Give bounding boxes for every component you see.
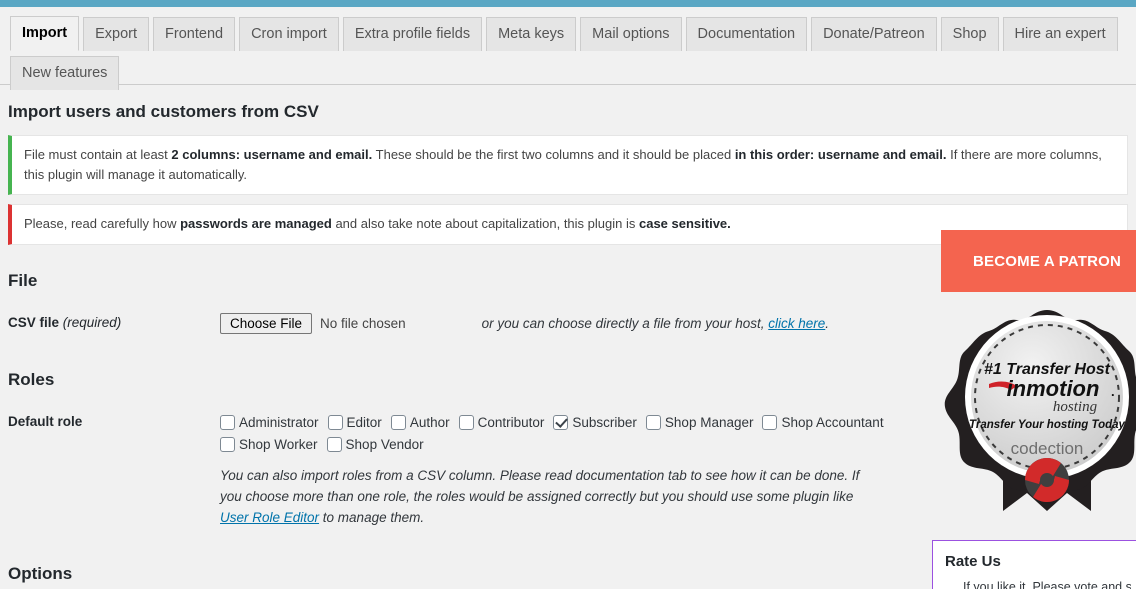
rate-us-title: Rate Us (945, 553, 1001, 570)
nav-tab-shop[interactable]: Shop (940, 17, 999, 51)
svg-text:Transfer Your hosting Today: Transfer Your hosting Today (969, 419, 1126, 431)
page-title: Import users and customers from CSV (8, 102, 319, 121)
nav-tab-extra-profile-fields[interactable]: Extra profile fields (342, 17, 483, 51)
nav-tab-row-secondary: New features (10, 56, 1136, 90)
role-label-editor[interactable]: Editor (347, 415, 382, 430)
roles-description: You can also import roles from a CSV col… (220, 465, 875, 528)
section-heading-roles: Roles (8, 369, 55, 389)
csv-file-control-cell: Choose File No file chosen or you can ch… (210, 303, 920, 344)
role-checkbox-editor[interactable] (327, 414, 343, 430)
svg-text:inmotion: inmotion (1007, 376, 1100, 401)
inmotion-hosting-badge[interactable]: #1 Transfer Host inmotion . hosting Tran… (941, 308, 1136, 513)
csv-file-required-text: (required) (62, 314, 122, 330)
nav-tab-row-primary: Import Export Frontend Cron import Extra pro… (10, 16, 1136, 51)
rate-us-box: Rate Us If you like it, Please vote and … (932, 540, 1136, 589)
nav-tab-donate-patreon[interactable]: Donate/Patreon (811, 17, 937, 51)
section-heading-options: Options (8, 563, 73, 583)
default-role-control-cell: Administrator Editor Author Contributor Subs… (210, 402, 920, 538)
notice-fragment: 2 columns: username and email. (171, 147, 373, 163)
notice-fragment: and also take note about capitalization,… (331, 216, 639, 232)
roles-form-table: Default role Administrator Editor Author Co… (0, 402, 920, 538)
notice-fragment: passwords are managed (180, 216, 332, 232)
nav-tab-hire-an-expert[interactable]: Hire an expert (1002, 17, 1118, 51)
default-role-row: Default role Administrator Editor Author Co… (0, 402, 920, 538)
role-label-shop-vendor[interactable]: Shop Vendor (346, 437, 424, 452)
svg-text:codection: codection (1011, 439, 1084, 458)
role-checkbox-administrator[interactable] (220, 414, 235, 430)
role-checkbox-shop-vendor[interactable] (326, 436, 342, 452)
roles-description-after: to manage them. (319, 509, 425, 525)
role-checkbox-shop-worker[interactable] (220, 436, 235, 452)
roles-description-before: You can also import roles from a CSV col… (220, 467, 860, 504)
section-heading-file: File (8, 270, 38, 290)
become-a-patron-button[interactable]: BECOME A PATRON (941, 230, 1136, 292)
roles-checkbox-line-1: Administrator Editor Author Contributor Subs… (220, 412, 910, 434)
default-role-label: Default role (8, 413, 83, 429)
role-checkbox-shop-accountant[interactable] (762, 414, 778, 430)
roles-checkbox-line-2: Shop Worker Shop Vendor (220, 434, 910, 456)
host-file-hint-after: . (825, 315, 830, 331)
role-label-subscriber[interactable]: Subscriber (572, 415, 637, 430)
file-form-table: CSV file (required) Choose File No file … (0, 303, 920, 344)
main-content: Import users and customers from CSV File… (0, 86, 1128, 589)
nav-tab-new-features[interactable]: New features (10, 56, 120, 90)
file-input-row: Choose File No file chosen or you can ch… (220, 312, 910, 334)
rate-us-item: If you like it, Please vote and suppo (963, 578, 1131, 589)
role-label-administrator[interactable]: Administrator (239, 415, 319, 430)
nav-tab-mail-options[interactable]: Mail options (580, 17, 682, 51)
nav-tab-import[interactable]: Import (10, 16, 80, 51)
notice-fragment: case sensitive. (638, 216, 731, 232)
nav-tab-cron-import[interactable]: Cron import (239, 17, 339, 51)
notice-fragment: in this order: username and email. (734, 147, 947, 163)
role-checkbox-subscriber[interactable] (553, 414, 569, 430)
choose-file-button[interactable]: Choose File (220, 312, 313, 334)
nav-tab-frontend[interactable]: Frontend (153, 17, 236, 51)
host-file-hint-before: or you can choose directly a file from y… (481, 315, 769, 331)
role-label-shop-accountant[interactable]: Shop Accountant (781, 415, 883, 430)
role-label-shop-manager[interactable]: Shop Manager (665, 415, 754, 430)
host-file-hint: or you can choose directly a file from y… (482, 316, 829, 331)
role-label-author[interactable]: Author (410, 415, 450, 430)
nav-tab-documentation[interactable]: Documentation (685, 17, 808, 51)
nav-tab-export[interactable]: Export (83, 17, 150, 51)
role-checkbox-author[interactable] (390, 414, 406, 430)
csv-file-label: CSV file (required) (0, 303, 210, 344)
role-checkbox-contributor[interactable] (458, 414, 474, 430)
rate-us-list: If you like it, Please vote and suppo (945, 578, 1131, 589)
sidebar: BECOME A PATRON #1 Transfer Host inmotio… (932, 230, 1136, 589)
notice-fragment: These should be the first two columns an… (372, 147, 735, 163)
svg-text:hosting: hosting (1053, 399, 1098, 415)
svg-text:.: . (1111, 384, 1115, 399)
csv-file-row: CSV file (required) Choose File No file … (0, 303, 920, 344)
notice-fragment: Please, read carefully how (24, 216, 181, 232)
role-label-contributor[interactable]: Contributor (478, 415, 545, 430)
file-status-text: No file chosen (320, 315, 406, 331)
csv-file-label-text: CSV file (8, 314, 63, 330)
notice-info-text: File must contain at least 2 columns: us… (24, 145, 1115, 185)
user-role-editor-link[interactable]: User Role Editor (220, 510, 319, 525)
role-label-shop-worker[interactable]: Shop Worker (239, 437, 318, 452)
click-here-link[interactable]: click here (768, 316, 825, 331)
nav-tab-meta-keys[interactable]: Meta keys (486, 17, 577, 51)
notice-fragment: File must contain at least (24, 147, 172, 163)
notice-info: File must contain at least 2 columns: us… (8, 135, 1128, 196)
badge-svg: #1 Transfer Host inmotion . hosting Tran… (944, 310, 1136, 511)
wp-admin-bar (0, 0, 1136, 7)
role-checkbox-shop-manager[interactable] (645, 414, 661, 430)
nav-tab-wrapper: Import Export Frontend Cron import Extra pro… (0, 7, 1136, 90)
